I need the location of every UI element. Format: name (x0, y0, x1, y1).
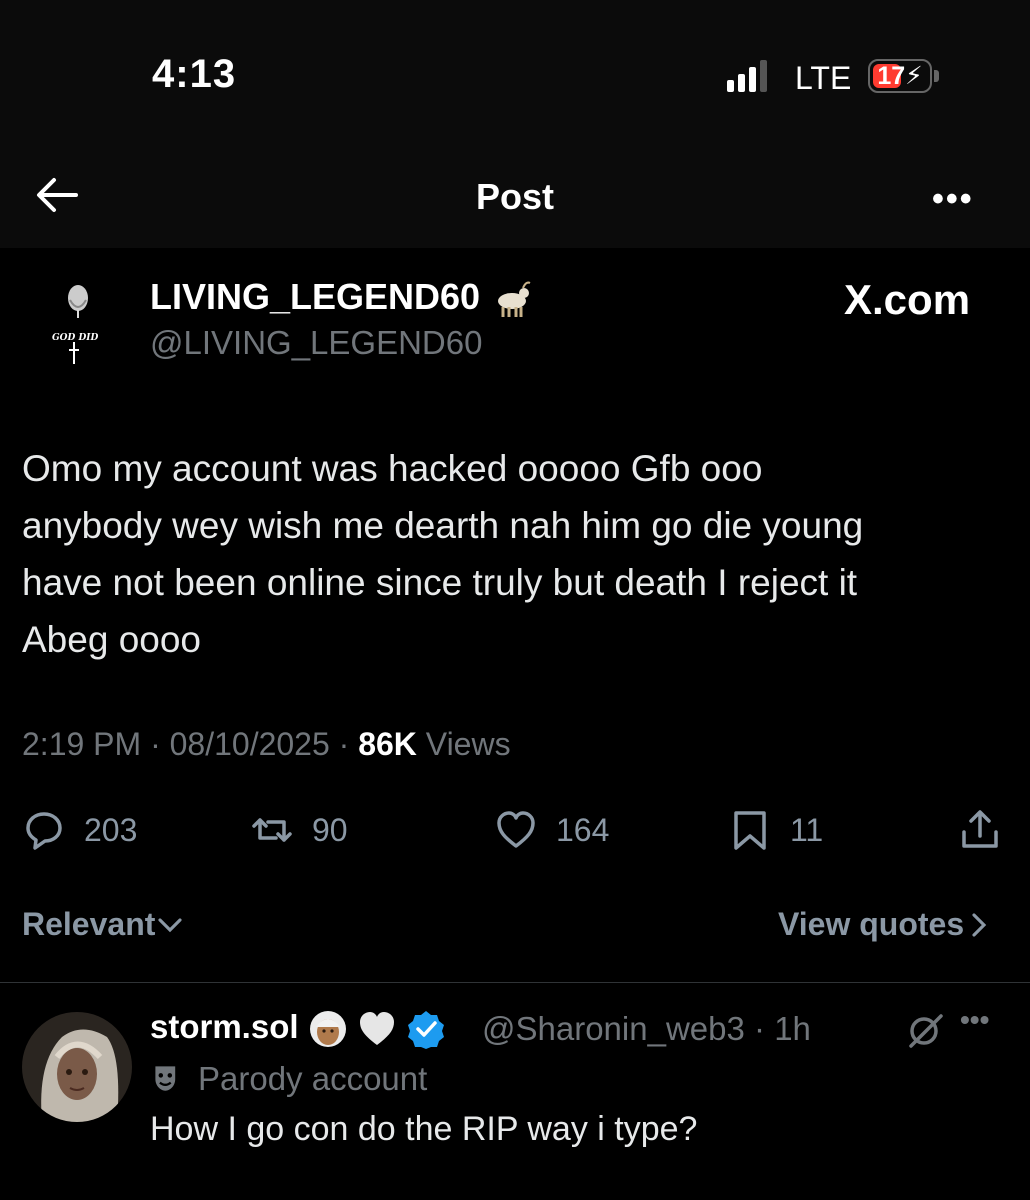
like-count: 164 (556, 811, 610, 848)
grok-icon (909, 1014, 943, 1048)
reply-avatar-image (22, 1012, 132, 1122)
view-quotes-label: View quotes (778, 906, 965, 942)
post-text-line: have not been online since truly but dea… (22, 562, 858, 603)
share-button[interactable] (958, 800, 1002, 860)
bookmark-count: 11 (790, 811, 824, 848)
repost-icon (252, 818, 292, 842)
reply-handle-row: @Sharonin_web3 · 1h (482, 1010, 811, 1048)
reply-author-name[interactable]: storm.sol (150, 1008, 446, 1050)
battery-icon: 17⚡ (868, 59, 932, 93)
post-time: 2:19 PM (22, 726, 142, 762)
reply-icon (26, 812, 62, 850)
post-text-line: Omo my account was hacked ooooo Gfb ooo (22, 448, 763, 489)
reply-more-button[interactable]: ••• (960, 1004, 989, 1036)
meta-separator: · (754, 1010, 766, 1047)
sort-label: Relevant (22, 906, 156, 942)
parody-text: Parody account (198, 1060, 428, 1097)
repost-count: 90 (312, 811, 348, 848)
avatar-logo-icon: GOD DID (52, 285, 98, 364)
parody-label: Parody account (150, 1060, 427, 1098)
woman-emoji-icon (309, 1011, 346, 1048)
meta-separator: · (338, 726, 350, 762)
network-label: LTE (795, 60, 852, 96)
like-button[interactable]: 164 (494, 800, 609, 860)
divider (0, 982, 1030, 983)
chevron-down-icon (158, 917, 182, 932)
reply-button[interactable]: 203 (22, 800, 137, 860)
status-time: 4:13 (152, 52, 237, 96)
repost-button[interactable]: 90 (250, 800, 348, 860)
bookmark-icon (734, 811, 766, 850)
top-bar: 4:13 LTE 17⚡ Post ••• (0, 0, 1030, 248)
reply-count: 203 (84, 811, 138, 848)
post-text-line: Abeg oooo (22, 619, 202, 660)
grok-button[interactable] (905, 1010, 945, 1050)
post-text-line: anybody wey wish me dearth nah him go di… (22, 505, 864, 546)
view-quotes-link[interactable]: View quotes (778, 906, 994, 943)
battery-level: 17 (877, 62, 906, 90)
share-icon (962, 810, 998, 848)
post-date: 08/10/2025 (169, 726, 330, 762)
author-handle[interactable]: @LIVING_LEGEND60 (150, 324, 482, 362)
verified-badge-icon (408, 1011, 445, 1050)
reply-avatar[interactable] (22, 1012, 132, 1122)
reply-text: How I go con do the RIP way i type? (150, 1110, 698, 1148)
heart-icon (497, 811, 535, 848)
chevron-right-icon (972, 912, 987, 937)
more-horizontal-icon: ••• (932, 180, 974, 218)
svg-text:GOD DID: GOD DID (52, 333, 98, 343)
author-name[interactable]: LIVING_LEGEND60 (150, 276, 534, 319)
masks-icon (155, 1066, 176, 1091)
more-horizontal-icon: ••• (960, 1004, 990, 1035)
white-heart-icon (359, 1012, 394, 1046)
bookmark-button[interactable]: 11 (728, 800, 823, 860)
views-label: Views (425, 726, 511, 762)
action-bar: 203 90 164 11 (0, 800, 1030, 860)
meta-separator: · (150, 726, 161, 762)
views-count: 86K (358, 726, 417, 762)
post-meta: 2:19 PM · 08/10/2025 · 86K Views (22, 726, 511, 763)
reply-handle[interactable]: @Sharonin_web3 (482, 1010, 745, 1047)
goat-emoji-icon (498, 282, 531, 318)
page-title: Post (475, 176, 554, 217)
more-button[interactable]: ••• (932, 180, 974, 219)
signal-icon (727, 60, 767, 92)
sort-relevant-dropdown[interactable]: Relevant (22, 906, 185, 943)
battery-cap (934, 70, 939, 82)
source-label: X.com (844, 276, 971, 323)
author-avatar[interactable]: GOD DID (48, 280, 104, 370)
post-text: Omo my account was hacked ooooo Gfb ooo … (22, 440, 1012, 668)
reply-time: 1h (774, 1010, 811, 1047)
